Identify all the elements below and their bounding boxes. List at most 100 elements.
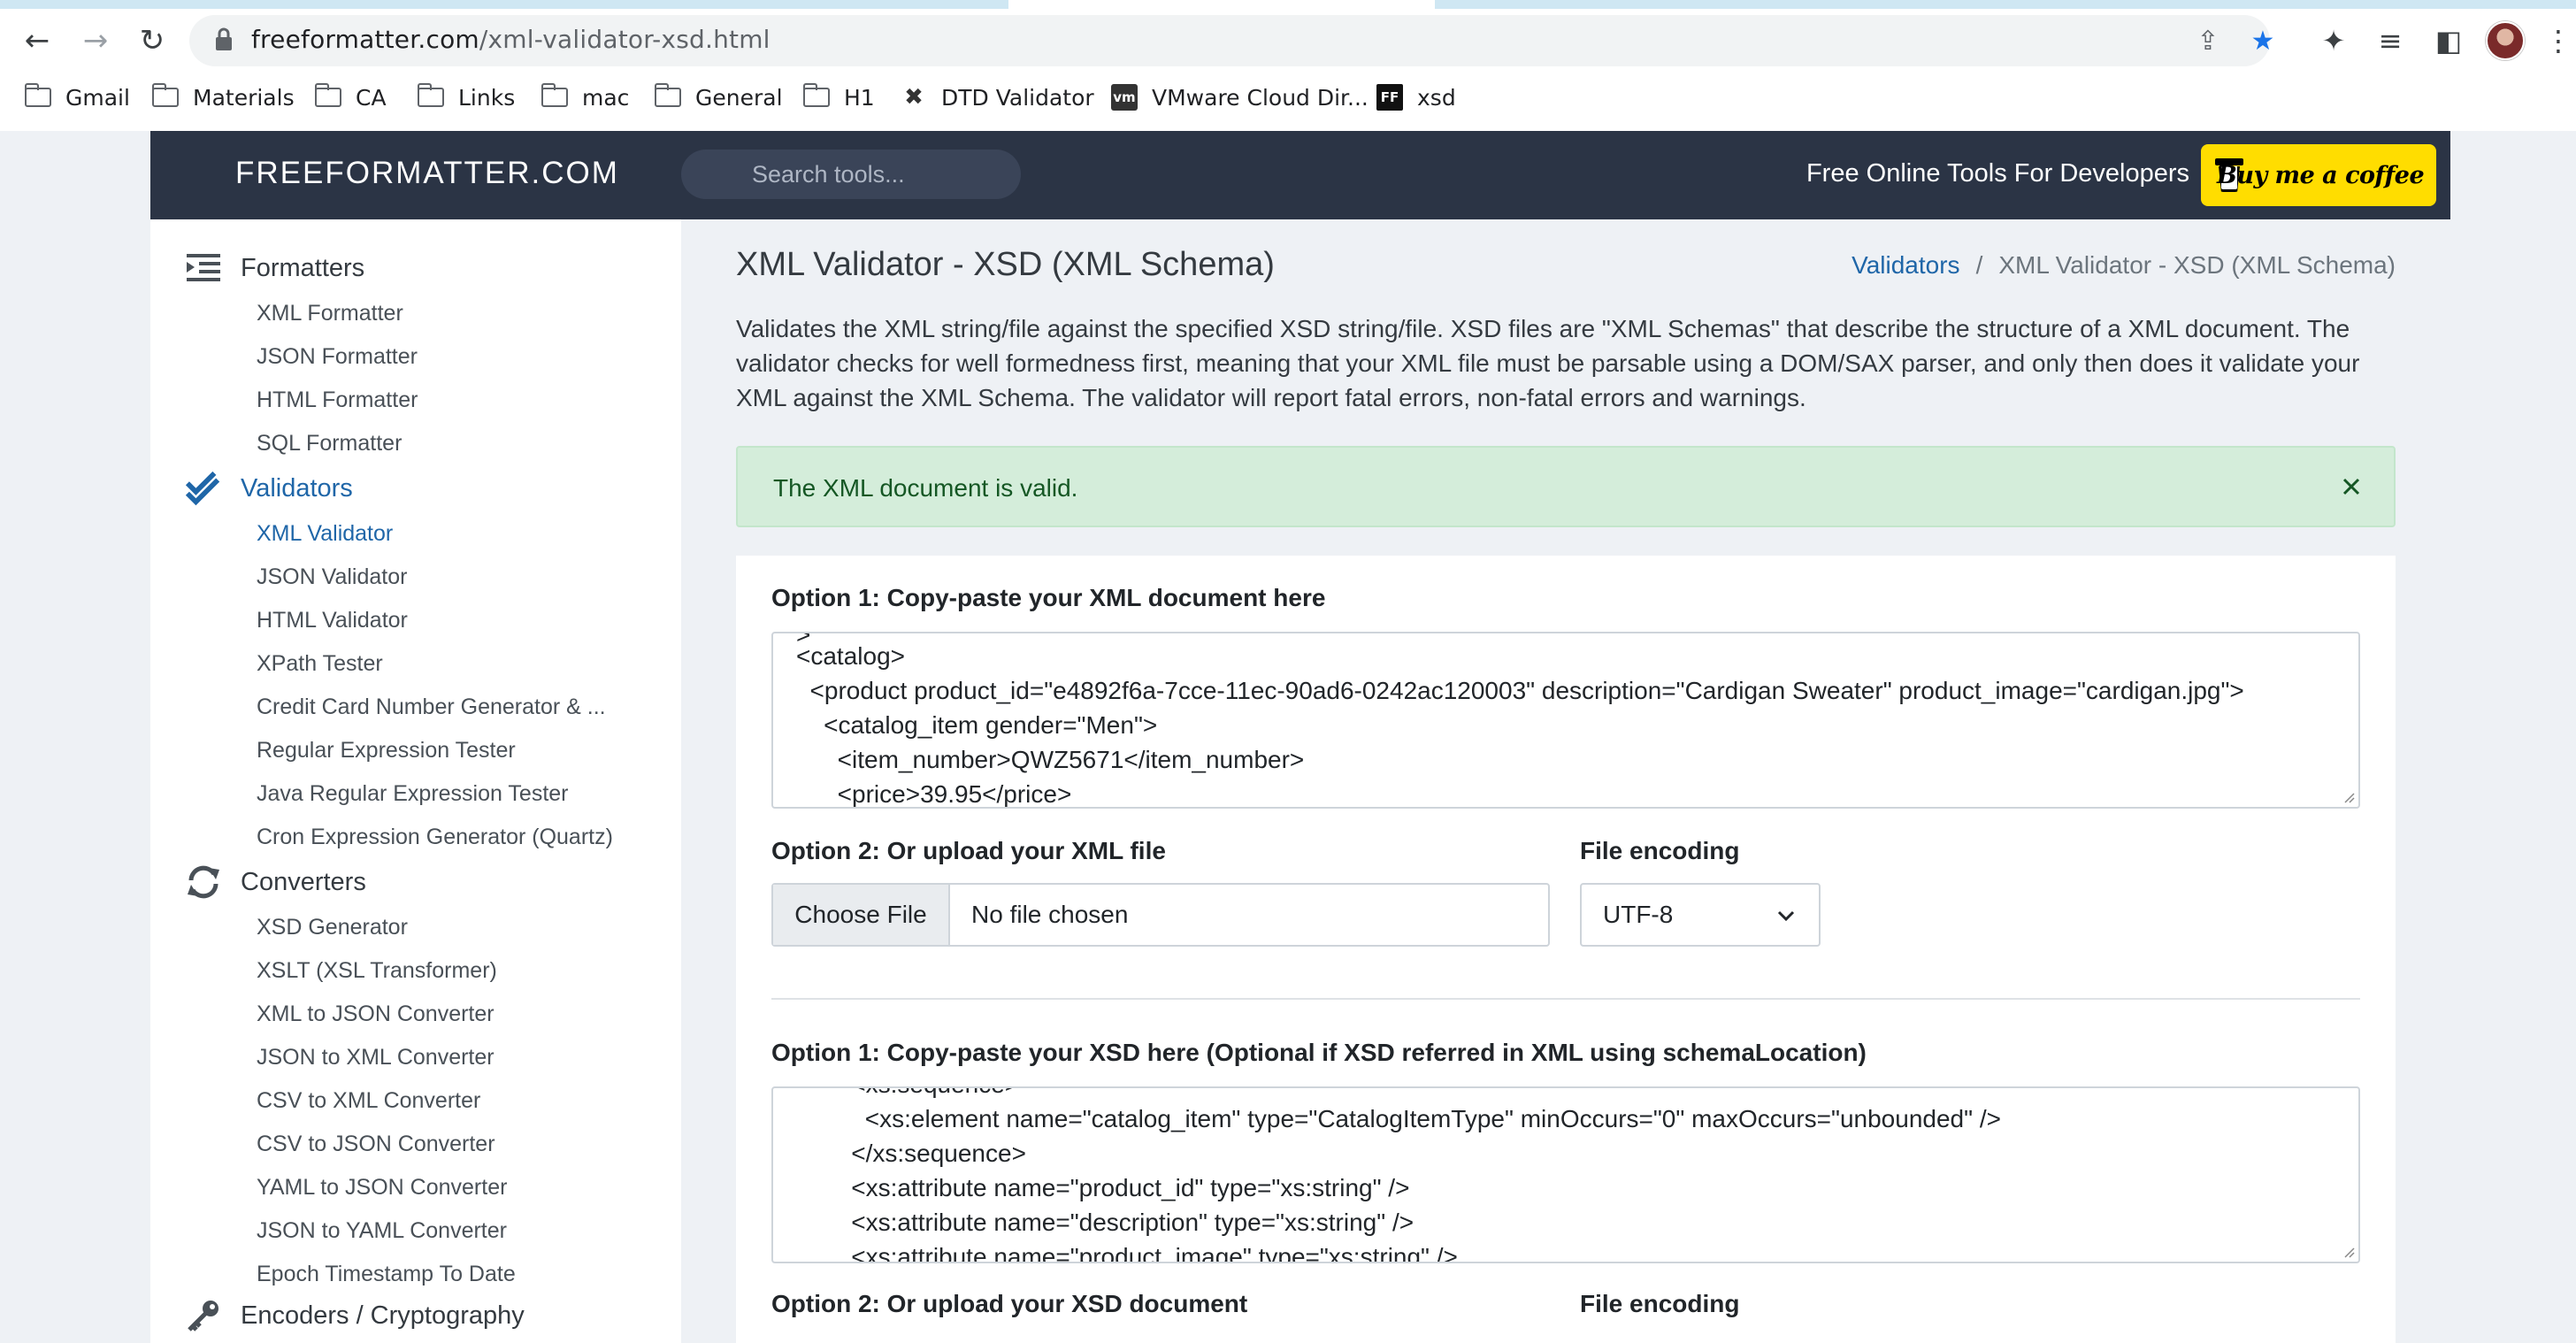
xml-file-input[interactable]: Choose File No file chosen: [771, 883, 1550, 947]
bookmark-mac[interactable]: mac: [540, 78, 630, 117]
main-content: XML Validator - XSD (XML Schema) Validat…: [681, 219, 2450, 1343]
xsd-option1-label: Option 1: Copy-paste your XSD here (Opti…: [771, 1039, 1867, 1066]
xsd-line: <xs:attribute name="product_id" type="xs…: [796, 1174, 1410, 1201]
sidebar-item-xslt-transformer[interactable]: XSLT (XSL Transformer): [257, 958, 497, 984]
folder-icon: [417, 83, 444, 107]
sidebar-item-xml-formatter[interactable]: XML Formatter: [257, 301, 403, 326]
xml-option2-label: Option 2: Or upload your XML file: [771, 837, 1166, 864]
bookmark-label: xsd: [1417, 84, 1456, 111]
close-icon[interactable]: [2335, 471, 2367, 503]
double-check-icon: [186, 471, 221, 506]
sidebar-item-html-validator[interactable]: HTML Validator: [257, 608, 408, 633]
buy-me-a-coffee-button[interactable]: Buy me a coffee: [2201, 144, 2436, 206]
folder-icon: [540, 83, 568, 107]
bookmark-label: Gmail: [65, 84, 130, 111]
bookmark-star-icon[interactable]: ★: [2247, 25, 2279, 57]
sidebar-item-regex-tester[interactable]: Regular Expression Tester: [257, 738, 516, 764]
search-tools-input[interactable]: Search tools...: [681, 150, 1021, 199]
more-menu-icon[interactable]: ⋮: [2539, 21, 2576, 60]
bookmark-label: DTD Validator: [941, 84, 1094, 111]
side-panel-icon[interactable]: ◧: [2429, 21, 2468, 60]
encoding-value: UTF-8: [1603, 901, 1674, 928]
sidebar-item-yaml-to-json[interactable]: YAML to JSON Converter: [257, 1175, 507, 1201]
bookmark-vmware[interactable]: vm VMware Cloud Dir...: [1111, 78, 1368, 117]
profile-avatar[interactable]: [2486, 21, 2525, 60]
extensions-puzzle-icon[interactable]: ✦: [2314, 21, 2353, 60]
xsd-line: </xs:sequence>: [796, 1140, 1026, 1167]
section-title: Encoders / Cryptography: [241, 1301, 525, 1330]
site-logo[interactable]: FREEFORMATTER.COM: [235, 156, 619, 191]
sidebar-item-html-formatter[interactable]: HTML Formatter: [257, 388, 418, 413]
breadcrumb-separator: /: [1975, 251, 1983, 279]
bookmark-h1[interactable]: H1: [802, 78, 875, 117]
resize-grip-icon[interactable]: [2341, 1244, 2355, 1258]
sidebar-item-cron-generator[interactable]: Cron Expression Generator (Quartz): [257, 825, 613, 850]
sidebar-section-validators[interactable]: Validators: [186, 466, 353, 510]
sidebar-item-json-validator[interactable]: JSON Validator: [257, 564, 407, 590]
alert-message: The XML document is valid.: [773, 474, 1078, 502]
bookmark-gmail[interactable]: Gmail: [24, 78, 130, 117]
xml-encoding-label: File encoding: [1580, 837, 1740, 864]
bookmarks-bar: Gmail Materials CA Links mac General H1 …: [0, 78, 2576, 117]
sidebar-item-json-to-yaml[interactable]: JSON to YAML Converter: [257, 1218, 507, 1244]
back-arrow-icon[interactable]: ←: [16, 19, 58, 62]
sidebar-item-credit-card-generator[interactable]: Credit Card Number Generator & ...: [257, 695, 606, 720]
validator-form-card: Option 1: Copy-paste your XML document h…: [736, 556, 2396, 1343]
site-header: FREEFORMATTER.COM Search tools... Free O…: [150, 131, 2450, 219]
folder-icon: [151, 83, 179, 107]
reload-icon[interactable]: ↻: [131, 19, 173, 62]
section-title: Formatters: [241, 253, 365, 282]
bookmark-label: mac: [582, 84, 630, 111]
folder-icon: [654, 83, 681, 107]
dtd-favicon-icon: ✖: [904, 84, 924, 111]
xsd-line: <xs:attribute name="product_image" type=…: [796, 1243, 1458, 1263]
site-tagline: Free Online Tools For Developers: [1806, 159, 2189, 188]
bookmark-xsd[interactable]: FF xsd: [1376, 78, 1456, 117]
forward-arrow-icon[interactable]: →: [74, 19, 117, 62]
url-domain: freeformatter.com: [251, 25, 479, 54]
sidebar-item-json-to-xml[interactable]: JSON to XML Converter: [257, 1045, 494, 1071]
xml-line: <catalog>: [796, 642, 905, 670]
xml-line: <product product_id="e4892f6a-7cce-11ec-…: [796, 677, 2244, 704]
breadcrumb-current: XML Validator - XSD (XML Schema): [1998, 251, 2396, 279]
bookmark-dtd-validator[interactable]: ✖ DTD Validator: [901, 78, 1094, 117]
chevron-down-icon: [1777, 910, 1795, 922]
url-text[interactable]: freeformatter.com/xml-validator-xsd.html: [251, 25, 770, 54]
page-title: XML Validator - XSD (XML Schema): [736, 246, 1275, 283]
sidebar-item-xml-to-json[interactable]: XML to JSON Converter: [257, 1001, 494, 1027]
xml-option1-label: Option 1: Copy-paste your XML document h…: [771, 584, 1326, 611]
resize-grip-icon[interactable]: [2341, 789, 2355, 803]
xsd-textarea[interactable]: <xs:sequence> <xs:element name="catalog_…: [771, 1086, 2360, 1263]
sidebar-item-xsd-generator[interactable]: XSD Generator: [257, 915, 408, 940]
no-file-text: No file chosen: [971, 901, 1129, 928]
xsd-encoding-label: File encoding: [1580, 1290, 1740, 1317]
reading-list-icon[interactable]: ≡: [2371, 21, 2410, 60]
xml-textarea[interactable]: > <catalog> <product product_id="e4892f6…: [771, 632, 2360, 809]
choose-file-button[interactable]: Choose File: [773, 885, 950, 945]
sidebar-item-csv-to-json[interactable]: CSV to JSON Converter: [257, 1132, 495, 1157]
share-icon[interactable]: ⇪: [2192, 25, 2224, 57]
refresh-arrows-icon: [186, 864, 221, 900]
sidebar-item-epoch-timestamp[interactable]: Epoch Timestamp To Date: [257, 1262, 516, 1287]
sidebar-item-java-regex-tester[interactable]: Java Regular Expression Tester: [257, 781, 569, 807]
sidebar-item-sql-formatter[interactable]: SQL Formatter: [257, 431, 402, 457]
breadcrumb-validators-link[interactable]: Validators: [1852, 251, 1959, 279]
xml-line: <catalog_item gender="Men">: [796, 711, 1158, 739]
success-alert: The XML document is valid.: [736, 446, 2396, 527]
tab-strip: [0, 0, 2576, 9]
bookmark-general[interactable]: General: [654, 78, 783, 117]
bookmark-ca[interactable]: CA: [314, 78, 387, 117]
sidebar-nav: Formatters XML Formatter JSON Formatter …: [150, 219, 681, 1343]
sidebar-item-json-formatter[interactable]: JSON Formatter: [257, 344, 418, 370]
sidebar-section-converters[interactable]: Converters: [186, 860, 366, 904]
lock-icon: [216, 27, 232, 50]
sidebar-section-formatters[interactable]: Formatters: [186, 246, 364, 290]
sidebar-item-csv-to-xml[interactable]: CSV to XML Converter: [257, 1088, 480, 1114]
sidebar-item-xml-validator[interactable]: XML Validator: [257, 521, 393, 547]
bookmark-links[interactable]: Links: [417, 78, 515, 117]
section-title: Validators: [241, 473, 353, 503]
bookmark-materials[interactable]: Materials: [151, 78, 295, 117]
xml-encoding-select[interactable]: UTF-8: [1580, 883, 1821, 947]
sidebar-item-xpath-tester[interactable]: XPath Tester: [257, 651, 383, 677]
sidebar-section-encoders[interactable]: Encoders / Cryptography: [186, 1293, 525, 1338]
